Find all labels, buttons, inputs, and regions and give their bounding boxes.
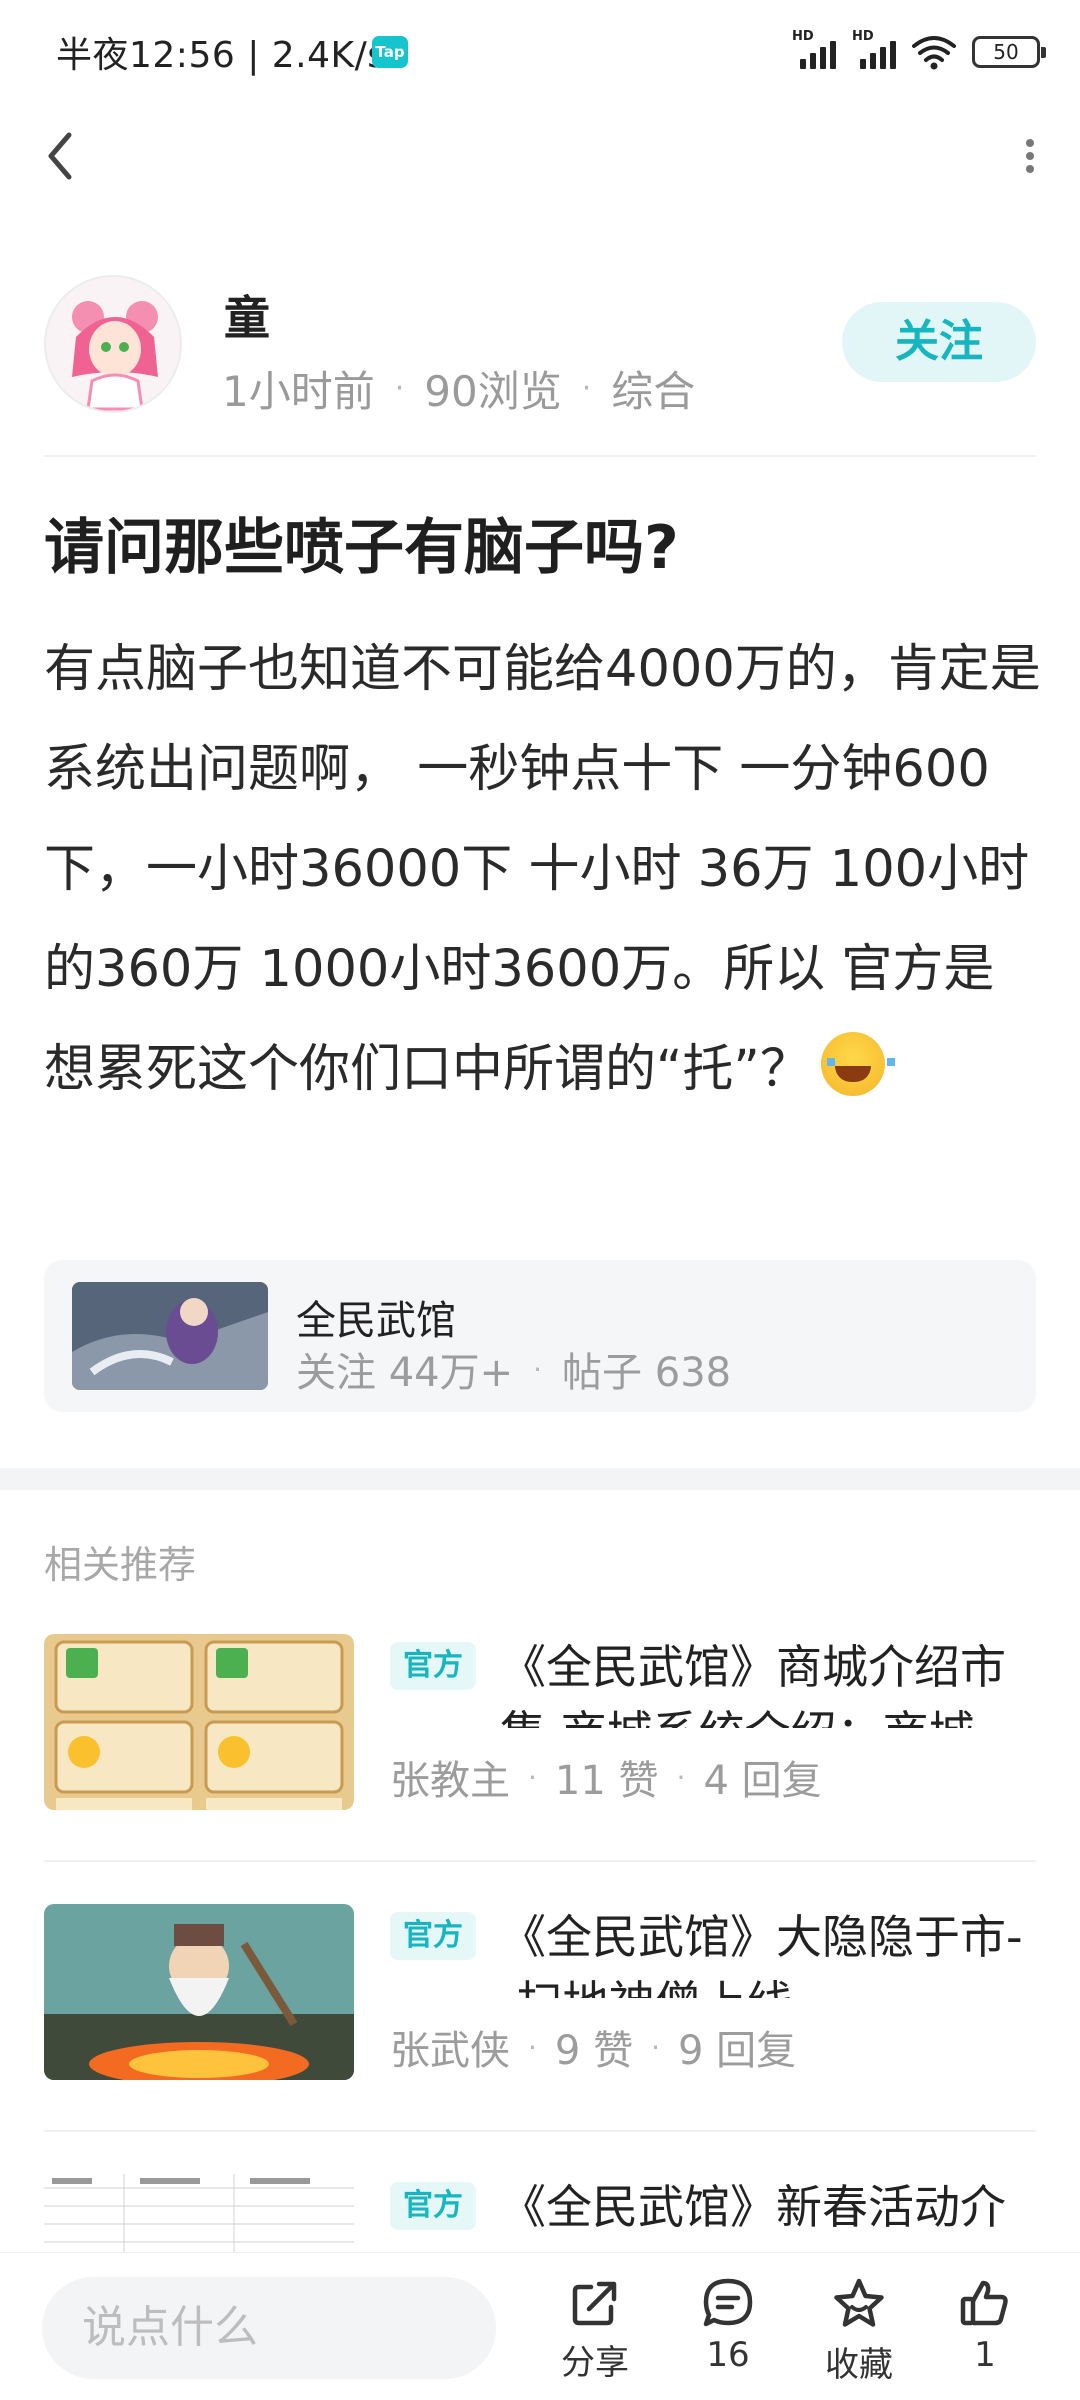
related-meta: 张教主 · 11 赞 · 4 回复 (390, 1748, 822, 1806)
status-icons: HD HD 50 (792, 29, 1046, 74)
game-card[interactable]: 全民武馆 关注 44万+ · 帖子 638 (44, 1260, 1036, 1412)
post-title: 请问那些喷子有脑子吗? (44, 513, 679, 583)
signal-icon-2: HD (852, 29, 896, 69)
related-title: 《全民武馆》大隐隐于市--扫地神僧上线 (500, 1910, 1023, 1998)
related-thumbnail (44, 1904, 354, 2080)
like-button[interactable]: 1 (930, 2275, 1040, 2387)
related-replies: 4 回复 (703, 1758, 822, 1804)
post-meta: 1小时前 · 90浏览 · 综合 (222, 358, 695, 419)
post-body: 有点脑子也知道不可能给4000万的，肯定是系统出问题啊， 一秒钟点十下 一分钟6… (44, 620, 1044, 1120)
tap-app-icon: Tap (372, 36, 408, 68)
game-followers: 关注 44万+ (296, 1350, 514, 1396)
divider (44, 1860, 1036, 1862)
divider (44, 2130, 1036, 2132)
related-title: 《全民武馆》商城介绍市集 商城系统介绍：商城 (500, 1640, 1006, 1728)
post-category[interactable]: 综合 (611, 358, 695, 419)
related-item[interactable]: 官方 《全民武馆》大隐隐于市--扫地神僧上线 张武侠 · 9 赞 · 9 回复 (44, 1904, 1036, 2104)
avatar-image (46, 277, 180, 411)
comment-icon (703, 2278, 753, 2327)
more-vertical-icon (1026, 139, 1034, 173)
related-author: 张武侠 (390, 2028, 510, 2074)
status-time-speed: 半夜12:56 | 2.4K/s (56, 35, 387, 76)
battery-icon: 50 (972, 36, 1046, 68)
hd-label: HD (792, 29, 814, 44)
comment-button[interactable]: 16 (673, 2275, 783, 2387)
comment-input[interactable]: 说点什么 (42, 2277, 496, 2379)
share-icon (572, 2281, 617, 2326)
related-author: 张教主 (390, 1758, 510, 1804)
separator-dot: · (394, 371, 405, 406)
official-tag: 官方 (390, 1642, 476, 1690)
related-replies: 9 回复 (677, 2028, 797, 2074)
game-meta: 关注 44万+ · 帖子 638 (296, 1340, 731, 1398)
separator-dot: · (676, 1760, 686, 1794)
author-name[interactable]: 童 (224, 282, 270, 348)
favorite-button[interactable]: 收藏 (804, 2275, 914, 2387)
thumbs-up-icon (960, 2280, 1008, 2326)
game-name: 全民武馆 (296, 1298, 456, 1344)
favorite-label: 收藏 (825, 2345, 893, 2385)
official-tag: 官方 (390, 1912, 476, 1960)
section-separator (0, 1468, 1080, 1490)
related-likes: 9 赞 (554, 2028, 634, 2074)
separator-dot: · (528, 2030, 537, 2064)
more-options-button[interactable] (1008, 126, 1052, 186)
separator-dot: · (533, 1352, 543, 1386)
post-body-text: 有点脑子也知道不可能给4000万的，肯定是系统出问题啊， 一秒钟点十下 一分钟6… (44, 640, 1041, 1099)
related-thumbnail (44, 1634, 354, 1810)
post-time: 1小时前 (222, 367, 375, 416)
related-meta: 张武侠 · 9 赞 · 9 回复 (390, 2018, 796, 2076)
separator-dot: · (528, 1760, 537, 1794)
game-posts: 帖子 638 (562, 1350, 732, 1396)
chevron-left-icon (48, 132, 72, 180)
separator-dot: · (651, 2030, 660, 2064)
bottom-action-bar: 说点什么 分享 16 收藏 1 (0, 2252, 1080, 2400)
share-label: 分享 (561, 2343, 629, 2383)
game-thumbnail (72, 1282, 268, 1390)
status-bar: 半夜12:56 | 2.4K/s Tap HD HD 50 (0, 0, 1080, 100)
related-likes: 11 赞 (554, 1758, 659, 1804)
separator-dot: · (581, 371, 592, 406)
author-avatar[interactable] (44, 275, 182, 413)
wifi-icon (912, 36, 956, 70)
like-count: 1 (974, 2335, 996, 2375)
follow-button[interactable]: 关注 (842, 302, 1036, 382)
star-icon (834, 2278, 884, 2327)
hd-label: HD (852, 29, 874, 44)
divider (44, 455, 1036, 457)
related-section-title: 相关推荐 (44, 1543, 197, 1587)
share-button[interactable]: 分享 (540, 2275, 650, 2387)
related-item[interactable]: 官方 《全民武馆》商城介绍市集 商城系统介绍：商城 张教主 · 11 赞 · 4… (44, 1634, 1036, 1834)
signal-icon-1: HD (792, 29, 836, 69)
laughing-tears-emoji-icon (820, 1032, 895, 1096)
comment-count: 16 (706, 2335, 750, 2375)
back-button[interactable] (38, 126, 82, 186)
view-count: 90浏览 (424, 367, 562, 416)
official-tag: 官方 (390, 2182, 476, 2230)
